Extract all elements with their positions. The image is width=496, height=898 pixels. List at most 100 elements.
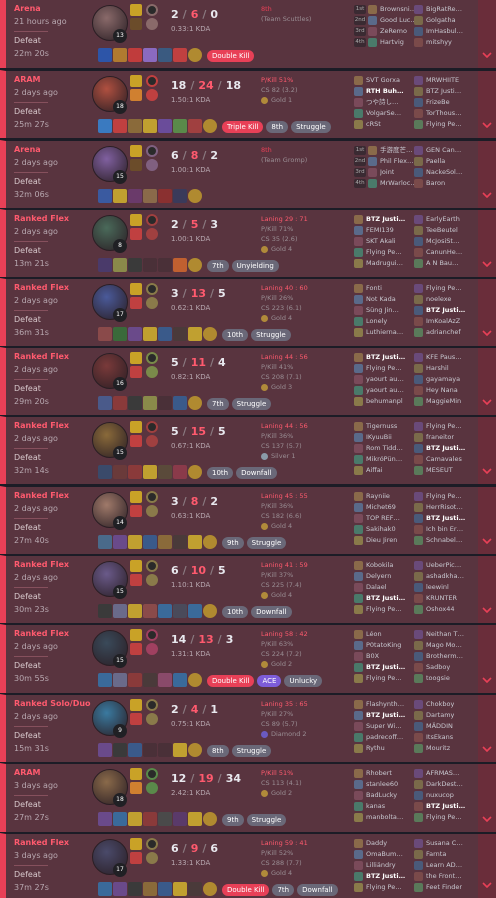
player-entry[interactable]: MÄDDIN (414, 721, 453, 732)
item-icon[interactable] (173, 258, 187, 272)
player-entry[interactable]: Rhobert (354, 768, 392, 779)
item-icon[interactable] (158, 743, 172, 757)
player-name[interactable]: Michet69 (366, 502, 396, 513)
expand-button[interactable] (478, 625, 496, 693)
player-name[interactable]: padrecoff… (366, 732, 403, 743)
player-entry[interactable]: BTZ Justi… (414, 443, 465, 454)
player-name[interactable]: Flying Pe… (426, 119, 462, 130)
match-row[interactable]: Ranked Flex 2 days ago Defeat 36m 31s 17 3/13… (0, 278, 496, 346)
player-name[interactable]: Farnta (426, 849, 446, 860)
player-entry[interactable]: BTZ Justi… (354, 214, 405, 225)
player-name[interactable]: B0X (366, 651, 379, 662)
player-entry[interactable]: FEMI139 (354, 225, 394, 236)
player-name[interactable]: Brotherm… (426, 651, 463, 662)
player-entry[interactable]: Rayniie (354, 491, 390, 502)
player-name[interactable]: Flying Pe… (366, 882, 402, 893)
player-name[interactable]: P0tatoKing (366, 640, 401, 651)
item-icon[interactable] (98, 743, 112, 757)
player-entry[interactable]: gayamaya (414, 374, 460, 385)
player-name[interactable]: MrWarloc… (380, 178, 417, 189)
player-entry[interactable]: yaourt au… (354, 385, 404, 396)
ward-trinket-icon[interactable] (203, 535, 217, 549)
item-icon[interactable] (173, 673, 187, 687)
item-icon[interactable] (113, 535, 127, 549)
item-icon[interactable] (98, 396, 112, 410)
item-icon[interactable] (128, 396, 142, 410)
player-entry[interactable]: Luthierna… (354, 327, 403, 338)
item-icon[interactable] (98, 327, 112, 341)
player-entry[interactable]: stanlee60 (354, 779, 398, 790)
player-name[interactable]: Flying Pe… (366, 247, 402, 258)
match-row[interactable]: ARAM 2 days ago Defeat 25m 27s 18 18/24/18 1.5… (0, 70, 496, 138)
player-name[interactable]: MESEUT (426, 465, 453, 476)
item-icon[interactable] (158, 535, 172, 549)
player-entry[interactable]: nuxucop (414, 790, 454, 801)
player-entry[interactable]: Golgatha (414, 15, 456, 26)
item-icon[interactable] (98, 48, 112, 62)
player-entry[interactable]: EarlyEarth (414, 214, 460, 225)
item-icon[interactable] (143, 604, 157, 618)
ward-trinket-icon[interactable] (188, 48, 202, 62)
player-name[interactable]: Kobokila (366, 560, 393, 571)
player-name[interactable]: 手游度芒… (380, 145, 413, 156)
ward-trinket-icon[interactable] (203, 604, 217, 618)
item-icon[interactable] (128, 673, 142, 687)
player-name[interactable]: Flying Pe… (426, 812, 462, 823)
item-icon[interactable] (113, 258, 127, 272)
player-name[interactable]: Chokboy (426, 699, 454, 710)
item-icon[interactable] (113, 465, 127, 479)
player-entry[interactable]: UeberPic… (414, 560, 461, 571)
player-name[interactable]: BTZ Justi… (366, 871, 405, 882)
item-icon[interactable] (128, 119, 142, 133)
player-entry[interactable]: Flashynth… (354, 699, 404, 710)
item-icon[interactable] (143, 258, 157, 272)
item-icon[interactable] (113, 189, 127, 203)
player-name[interactable]: Susana C… (426, 838, 463, 849)
player-name[interactable]: Rom Tidd… (366, 443, 403, 454)
match-row[interactable]: ARAM 3 days ago Defeat 27m 27s 18 12/19/34 2.4… (0, 763, 496, 832)
player-entry[interactable]: Harshil (414, 363, 449, 374)
player-name[interactable]: AFRMAS… (426, 768, 459, 779)
player-entry[interactable]: Dieu Jiren (354, 535, 397, 546)
player-name[interactable]: ZeRemo (380, 26, 407, 37)
player-name[interactable]: Lilliändry (366, 860, 396, 871)
player-name[interactable]: RTH Buh… (366, 86, 404, 97)
item-icon[interactable] (188, 812, 202, 826)
player-entry[interactable]: OmaBum… (354, 849, 403, 860)
player-entry[interactable]: BTZ Justi… (354, 662, 405, 673)
player-entry[interactable]: 4th Hartvig (354, 37, 404, 48)
player-name[interactable]: BTZ Justi… (426, 443, 465, 454)
player-entry[interactable]: SKT Akali (354, 236, 396, 247)
player-name[interactable]: Léon (366, 629, 382, 640)
player-name[interactable]: franeitor (426, 432, 454, 443)
player-name[interactable]: CanunHe… (426, 247, 462, 258)
player-entry[interactable]: 4th MrWarloc… (354, 178, 417, 189)
player-name[interactable]: stanlee60 (366, 779, 398, 790)
player-entry[interactable]: Flying Pe… (414, 421, 462, 432)
item-icon[interactable] (143, 396, 157, 410)
item-icon[interactable] (98, 465, 112, 479)
match-row[interactable]: Ranked Flex 2 days ago Defeat 27m 40s 14 3/8/… (0, 486, 496, 554)
ward-trinket-icon[interactable] (188, 189, 202, 203)
player-entry[interactable]: Tigernuss (354, 421, 397, 432)
player-entry[interactable]: MRWHIITE (414, 75, 459, 86)
ward-trinket-icon[interactable] (188, 673, 202, 687)
player-entry[interactable]: VolgarSe… (354, 108, 401, 119)
player-name[interactable]: Super Wi… (366, 721, 402, 732)
player-name[interactable]: kanas (366, 801, 385, 812)
player-entry[interactable]: Lilliändry (354, 860, 396, 871)
player-name[interactable]: TOP REF… (366, 513, 400, 524)
player-name[interactable]: BTZ Justi… (366, 662, 405, 673)
item-icon[interactable] (113, 673, 127, 687)
player-entry[interactable]: Flying Pe… (414, 491, 462, 502)
player-entry[interactable]: Sakihak0 (354, 524, 396, 535)
item-icon[interactable] (113, 882, 127, 896)
player-name[interactable]: Luthierna… (366, 327, 403, 338)
player-entry[interactable]: yaourt au… (354, 374, 404, 385)
player-name[interactable]: gayamaya (426, 374, 460, 385)
player-entry[interactable]: TOP REF… (354, 513, 400, 524)
player-name[interactable]: Süng Jin… (366, 305, 399, 316)
player-name[interactable]: SVT Gorxa (366, 75, 400, 86)
player-name[interactable]: Feet Finder (426, 882, 462, 893)
item-icon[interactable] (158, 189, 172, 203)
